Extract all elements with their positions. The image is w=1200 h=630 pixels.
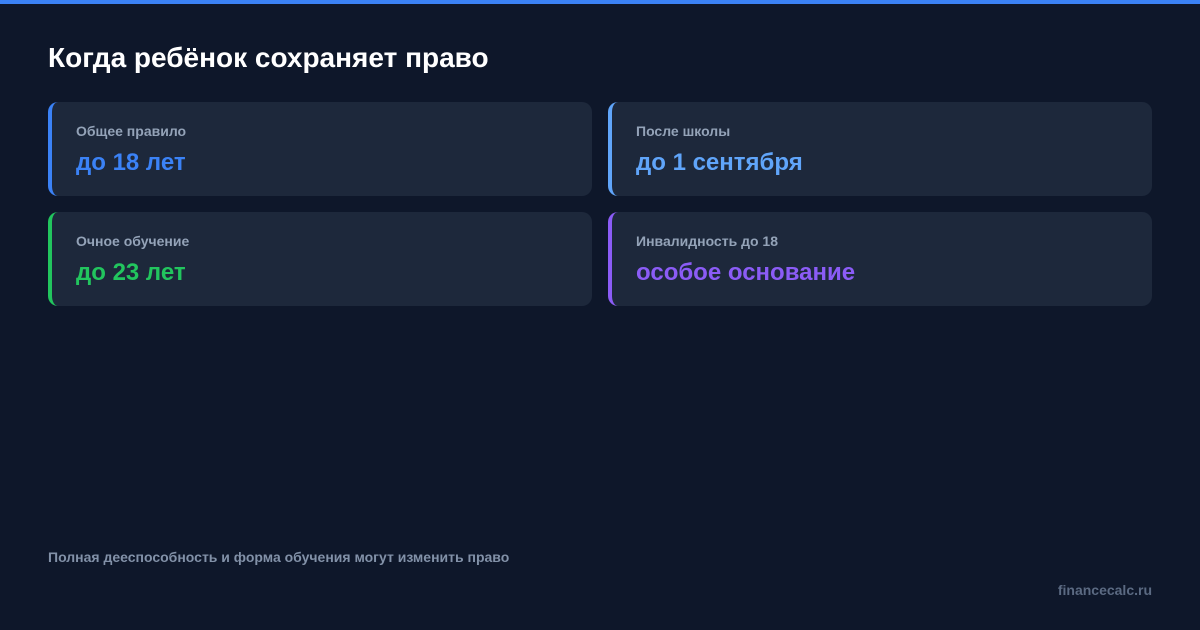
cards-grid: Общее правило до 18 лет После школы до 1…: [48, 102, 1152, 306]
card-after-school: После школы до 1 сентября: [608, 102, 1152, 196]
card-value: до 18 лет: [76, 149, 186, 176]
card-value: особое основание: [636, 259, 856, 286]
card-value: до 23 лет: [76, 259, 186, 286]
card-label: Очное обучение: [76, 233, 190, 249]
card-general-rule: Общее правило до 18 лет: [48, 102, 592, 196]
card-label: После школы: [636, 123, 731, 139]
footnote: Полная дееспособность и форма обучения м…: [48, 549, 510, 565]
card-disability: Инвалидность до 18 особое основание: [608, 212, 1152, 306]
infographic-page: Когда ребёнок сохраняет право Общее прав…: [0, 0, 1200, 630]
page-title: Когда ребёнок сохраняет право: [48, 42, 489, 73]
card-label: Инвалидность до 18: [636, 233, 778, 249]
card-label: Общее правило: [76, 123, 187, 139]
top-accent-bar: [0, 0, 1200, 4]
brand-watermark: financecalc.ru: [1057, 582, 1152, 598]
card-full-time-study: Очное обучение до 23 лет: [48, 212, 592, 306]
card-value: до 1 сентября: [636, 149, 803, 176]
